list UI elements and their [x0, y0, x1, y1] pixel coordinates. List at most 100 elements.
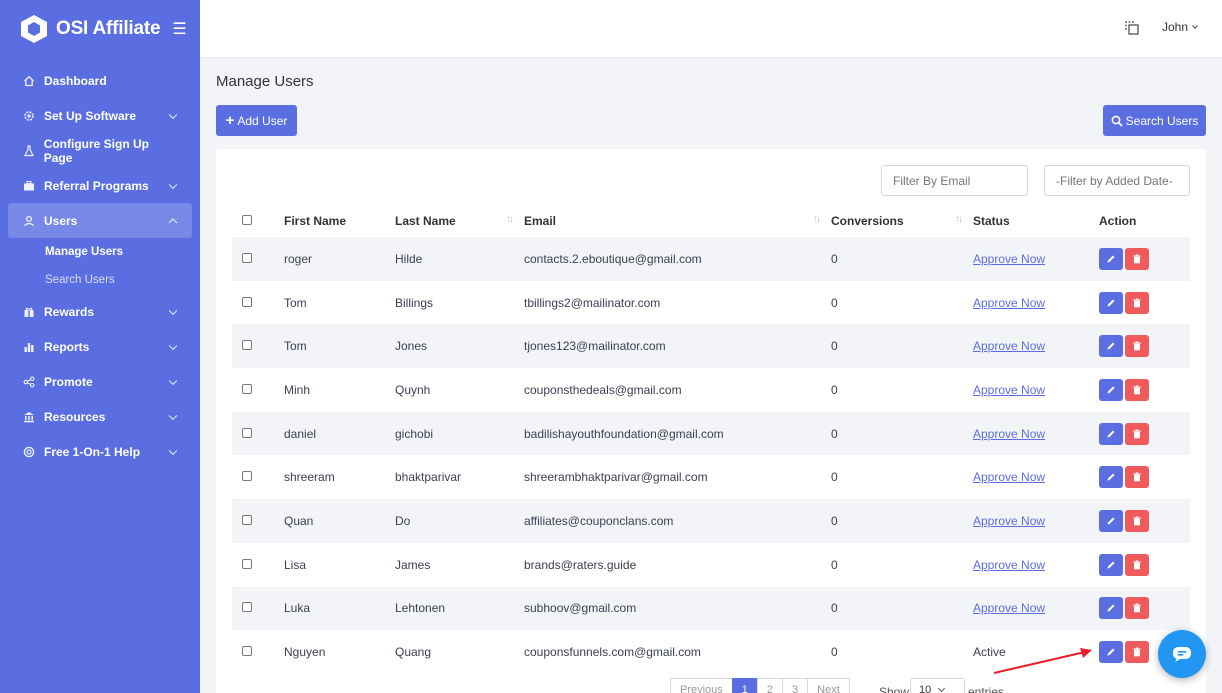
delete-button[interactable] — [1125, 641, 1149, 664]
edit-button[interactable] — [1099, 335, 1123, 358]
edit-button[interactable] — [1099, 378, 1123, 401]
delete-button[interactable] — [1125, 291, 1149, 314]
approve-now-link[interactable]: Approve Now — [973, 499, 1099, 543]
edit-button[interactable] — [1099, 553, 1123, 576]
edit-button[interactable] — [1099, 641, 1123, 664]
user-menu[interactable]: John — [1162, 20, 1198, 34]
pagination-previous[interactable]: Previous — [670, 678, 733, 693]
sidebar-item-label: Set Up Software — [44, 108, 137, 123]
sidebar-item-resources[interactable]: Resources — [0, 399, 200, 434]
column-header-conversions[interactable]: Conversions ↑↓ — [831, 204, 973, 237]
edit-button[interactable] — [1099, 597, 1123, 620]
sidebar-item-configure-signup[interactable]: Configure Sign Up Page — [0, 133, 200, 168]
sidebar-item-rewards[interactable]: Rewards — [0, 294, 200, 329]
column-header-status[interactable]: Status — [973, 204, 1099, 237]
row-checkbox[interactable] — [242, 296, 252, 307]
chat-widget-button[interactable] — [1158, 630, 1206, 678]
sidebar-item-label: Rewards — [44, 304, 95, 319]
row-checkbox[interactable] — [242, 427, 252, 438]
sort-icon[interactable]: ↑↓ — [955, 214, 963, 225]
delete-button[interactable] — [1125, 509, 1149, 532]
chevron-down-icon — [168, 110, 178, 119]
edit-button[interactable] — [1099, 291, 1123, 314]
sidebar-item-label: Referral Programs — [44, 178, 149, 193]
search-users-button[interactable]: Search Users — [1103, 105, 1206, 136]
pencil-icon — [1107, 648, 1115, 656]
cell-actions — [1099, 237, 1190, 281]
select-all-checkbox[interactable] — [242, 214, 252, 225]
row-checkbox[interactable] — [242, 340, 252, 351]
brand[interactable]: OSI Affiliate ☰ — [0, 0, 200, 57]
column-header-email[interactable]: Email ↑↓ — [524, 204, 831, 237]
approve-now-link[interactable]: Approve Now — [973, 587, 1099, 631]
sidebar-item-users[interactable]: Users — [8, 203, 192, 238]
row-checkbox[interactable] — [242, 514, 252, 525]
hamburger-menu-icon[interactable]: ☰ — [172, 19, 186, 39]
column-header-last-name[interactable]: Last Name ↑↓ — [395, 204, 524, 237]
approve-now-link[interactable]: Approve Now — [973, 324, 1099, 368]
cell-email: affiliates@couponclans.com — [524, 513, 674, 528]
cell-email: shreerambhaktparivar@gmail.com — [524, 470, 708, 485]
sidebar-subitem-manage-users[interactable]: Manage Users — [0, 238, 200, 266]
pagination-page[interactable]: 2 — [756, 678, 784, 693]
row-checkbox[interactable] — [242, 602, 252, 613]
delete-button[interactable] — [1125, 466, 1149, 489]
edit-button[interactable] — [1099, 422, 1123, 445]
home-icon — [22, 74, 36, 88]
cell-last-name: Hilde — [395, 251, 423, 266]
approve-now-link[interactable]: Approve Now — [973, 281, 1099, 325]
window-restore-icon[interactable] — [1124, 20, 1140, 36]
approve-now-link[interactable]: Approve Now — [973, 543, 1099, 587]
sidebar-item-promote[interactable]: Promote — [0, 364, 200, 399]
delete-button[interactable] — [1125, 247, 1149, 270]
row-checkbox[interactable] — [242, 558, 252, 569]
sidebar-item-setup-software[interactable]: Set Up Software — [0, 98, 200, 133]
column-header-first-name[interactable]: First Name — [284, 204, 395, 237]
sort-icon[interactable]: ↑↓ — [506, 214, 514, 225]
add-user-button[interactable]: + Add User — [216, 105, 297, 136]
approve-now-link[interactable]: Approve Now — [973, 368, 1099, 412]
table-row: shreeram bhaktparivar shreerambhaktparivar… — [232, 455, 1190, 499]
delete-button[interactable] — [1125, 553, 1149, 576]
approve-now-link[interactable]: Approve Now — [973, 412, 1099, 456]
sidebar-item-dashboard[interactable]: Dashboard — [0, 63, 200, 98]
approve-now-link[interactable]: Approve Now — [973, 237, 1099, 281]
cell-last-name: Lehtonen — [395, 601, 446, 616]
edit-button[interactable] — [1099, 466, 1123, 489]
flask-icon — [22, 144, 36, 158]
cell-first-name: Quan — [284, 513, 314, 528]
cell-first-name: shreeram — [284, 470, 335, 485]
sidebar-item-free-help[interactable]: Free 1-On-1 Help — [0, 434, 200, 469]
cell-first-name: Nguyen — [284, 645, 326, 660]
edit-button[interactable] — [1099, 509, 1123, 532]
delete-button[interactable] — [1125, 378, 1149, 401]
pagination-next[interactable]: Next — [807, 678, 850, 693]
cell-actions — [1099, 455, 1190, 499]
row-checkbox[interactable] — [242, 383, 252, 394]
row-checkbox[interactable] — [242, 252, 252, 263]
sidebar-item-referral-programs[interactable]: Referral Programs — [0, 168, 200, 203]
delete-button[interactable] — [1125, 335, 1149, 358]
filter-email-input[interactable] — [881, 165, 1028, 196]
show-label: Show — [879, 685, 910, 693]
share-icon — [22, 375, 36, 389]
sidebar-item-reports[interactable]: Reports — [0, 329, 200, 364]
delete-button[interactable] — [1125, 422, 1149, 445]
sidebar-subitem-search-users[interactable]: Search Users — [0, 266, 200, 294]
filter-date-input[interactable] — [1044, 165, 1190, 196]
search-icon — [1111, 115, 1123, 127]
sort-icon[interactable]: ↑↓ — [813, 214, 821, 225]
pagination-page[interactable]: 3 — [782, 678, 809, 693]
cell-conversions: 0 — [831, 295, 838, 310]
pagination-page[interactable]: 1 — [731, 678, 758, 693]
approve-now-link[interactable]: Approve Now — [973, 455, 1099, 499]
edit-button[interactable] — [1099, 247, 1123, 270]
cell-conversions: 0 — [831, 645, 838, 660]
sidebar-nav: Dashboard Set Up Software Configure Sign… — [0, 63, 200, 469]
trash-icon — [1133, 254, 1141, 264]
row-checkbox[interactable] — [242, 646, 252, 657]
delete-button[interactable] — [1125, 597, 1149, 620]
page-size-select[interactable]: 10 — [910, 678, 965, 693]
cell-first-name: roger — [284, 251, 313, 266]
row-checkbox[interactable] — [242, 471, 252, 482]
